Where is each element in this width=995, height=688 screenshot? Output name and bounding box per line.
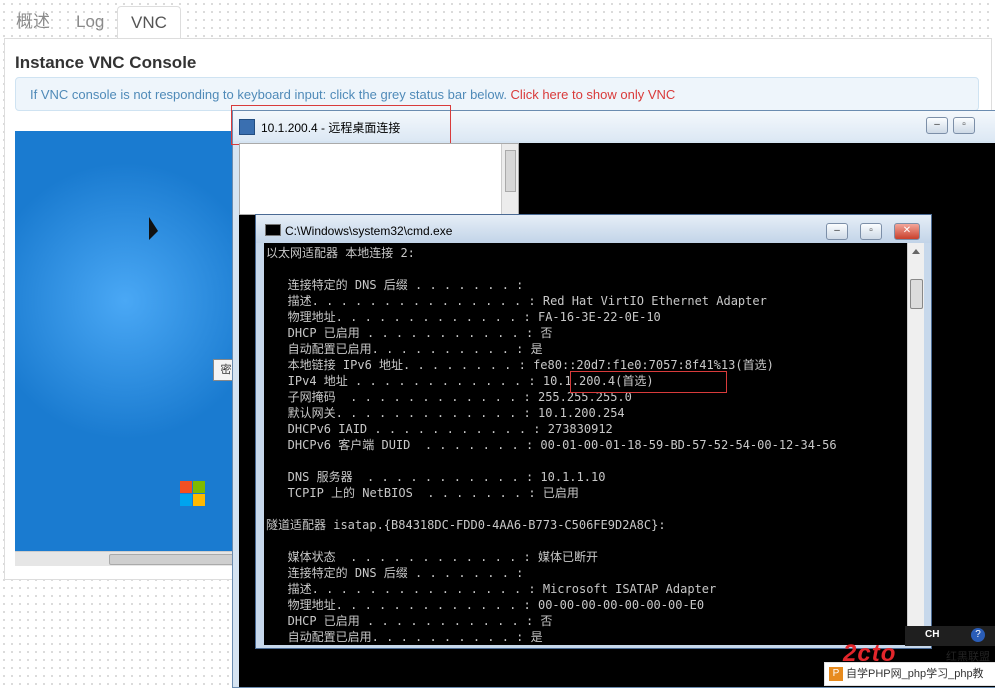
cmd-line: 隧道适配器 isatap.{B84318DC-FDD0-4AA6-B773-C5…: [266, 518, 666, 532]
system-tray: CH ?: [905, 626, 995, 646]
cmd-titlebar[interactable]: C:\Windows\system32\cmd.exe – ▫ ✕: [256, 215, 931, 243]
ipv4-highlight-box: [570, 371, 727, 393]
cmd-vertical-scrollbar[interactable]: [907, 243, 924, 645]
cmd-icon: [265, 224, 281, 236]
cmd-line: TCPIP 上的 NetBIOS . . . . . . . : 已启用: [266, 486, 579, 500]
cmd-line: 媒体状态 . . . . . . . . . . . . : 媒体已断开: [266, 550, 598, 564]
cmd-close-button[interactable]: ✕: [894, 223, 920, 240]
cmd-maximize-button[interactable]: ▫: [860, 223, 882, 240]
show-only-vnc-link[interactable]: Click here to show only VNC: [511, 87, 676, 102]
cmd-line: 物理地址. . . . . . . . . . . . . : FA-16-3E…: [266, 310, 661, 324]
cmd-line: DHCPv6 客户端 DUID . . . . . . . : 00-01-00…: [266, 438, 837, 452]
cmd-line: 物理地址. . . . . . . . . . . . . : 00-00-00…: [266, 598, 705, 612]
vnc-horizontal-scrollbar[interactable]: [15, 551, 247, 566]
cmd-line: 自动配置已启用. . . . . . . . . . : 是: [266, 630, 543, 644]
cmd-line: DHCP 已启用 . . . . . . . . . . . : 否: [266, 614, 553, 628]
language-indicator[interactable]: CH: [925, 629, 939, 640]
php-logo-icon: P: [829, 667, 843, 682]
cmd-line: 描述. . . . . . . . . . . . . . . : Micros…: [266, 582, 717, 596]
cmd-line: 自动配置已启用. . . . . . . . . . : 是: [266, 342, 543, 356]
tab-bar: 概述 Log VNC: [0, 0, 995, 40]
tab-log[interactable]: Log: [76, 6, 104, 38]
title-highlight-box: [231, 105, 451, 145]
cmd-line: 描述. . . . . . . . . . . . . . . : Red Ha…: [266, 294, 767, 308]
page-title: Instance VNC Console: [15, 53, 197, 72]
watermark-text: 自学PHP网_php学习_php教: [846, 668, 984, 680]
windows-logo-icon: [180, 481, 206, 507]
scroll-up-icon[interactable]: [912, 249, 920, 254]
tab-overview[interactable]: 概述: [16, 6, 50, 38]
cmd-window: C:\Windows\system32\cmd.exe – ▫ ✕ 以太网适配器…: [255, 214, 932, 649]
help-icon[interactable]: ?: [971, 628, 985, 642]
tab-vnc[interactable]: VNC: [117, 6, 181, 40]
background-window-scrollbar[interactable]: [501, 144, 518, 214]
cmd-title: C:\Windows\system32\cmd.exe: [285, 224, 453, 238]
background-window: [239, 143, 519, 215]
cmd-line: 连接特定的 DNS 后缀 . . . . . . . :: [266, 566, 524, 580]
mouse-cursor-icon: [149, 217, 158, 240]
desktop-glow: [15, 151, 247, 451]
cmd-line: 连接特定的 DNS 后缀 . . . . . . . :: [266, 278, 524, 292]
cmd-line: DNS 服务器 . . . . . . . . . . . : 10.1.1.1…: [266, 470, 606, 484]
minimize-button[interactable]: –: [926, 117, 948, 134]
info-alert: If VNC console is not responding to keyb…: [15, 77, 979, 111]
watermark-bar: P 自学PHP网_php学习_php教: [824, 662, 995, 686]
cmd-output[interactable]: 以太网适配器 本地连接 2: 连接特定的 DNS 后缀 . . . . . . …: [264, 243, 907, 645]
alert-text: If VNC console is not responding to keyb…: [30, 87, 511, 102]
vnc-canvas[interactable]: 密: [15, 131, 247, 551]
scrollbar-thumb[interactable]: [109, 554, 241, 565]
cmd-line: DHCPv6 IAID . . . . . . . . . . . : 2738…: [266, 422, 613, 436]
cmd-line: 以太网适配器 本地连接 2:: [266, 246, 415, 260]
cmd-line: DHCP 已启用 . . . . . . . . . . . : 否: [266, 326, 553, 340]
scrollbar-thumb[interactable]: [505, 150, 516, 192]
scrollbar-thumb[interactable]: [910, 279, 923, 309]
cmd-line: 默认网关. . . . . . . . . . . . . : 10.1.200…: [266, 406, 625, 420]
cmd-minimize-button[interactable]: –: [826, 223, 848, 240]
maximize-button[interactable]: ▫: [953, 117, 975, 134]
